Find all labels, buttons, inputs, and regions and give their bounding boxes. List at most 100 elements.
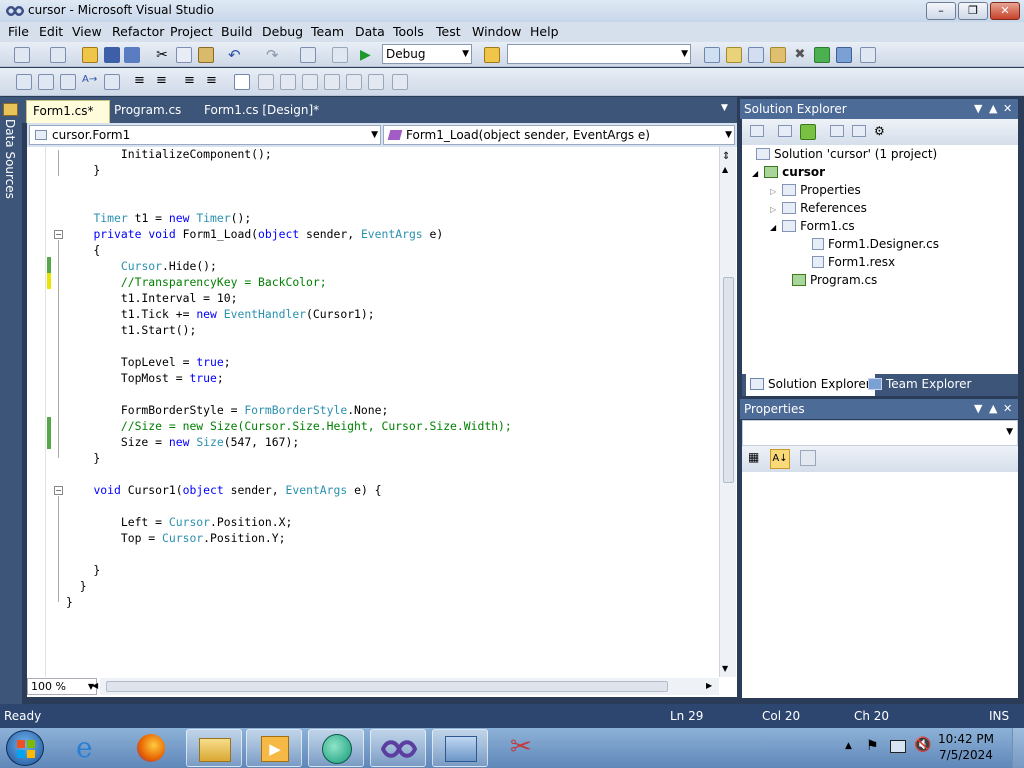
start-page-icon[interactable] <box>860 47 876 63</box>
cut-icon[interactable]: ✂ <box>154 47 170 63</box>
pin-icon[interactable]: ▲ <box>989 399 997 419</box>
code-line[interactable]: } <box>66 450 512 466</box>
show-hidden-icons-icon[interactable]: ▲ <box>845 741 852 751</box>
zoom-combo[interactable]: 100 % ▼ <box>27 678 97 695</box>
minimize-button[interactable]: – <box>926 2 956 20</box>
taskbar-internet-explorer[interactable]: e <box>62 729 118 767</box>
previous-bookmark-in-folder-icon[interactable] <box>302 74 318 90</box>
vertical-scrollbar[interactable]: ⇕ ▲ ▼ <box>719 147 736 677</box>
navigate-backward-icon[interactable] <box>300 47 316 63</box>
code-line[interactable]: void Cursor1(object sender, EventArgs e)… <box>66 482 512 498</box>
taskbar-snipping-tool[interactable]: ✂ <box>494 729 550 767</box>
properties-window-icon[interactable] <box>726 47 742 63</box>
copy-icon[interactable] <box>176 47 192 63</box>
code-line[interactable]: private void Form1_Load(object sender, E… <box>66 226 512 242</box>
code-line[interactable]: Left = Cursor.Position.X; <box>66 514 512 530</box>
navigate-forward-icon[interactable] <box>332 47 348 63</box>
menu-debug[interactable]: Debug <box>262 24 303 39</box>
next-bookmark-in-document-icon[interactable] <box>368 74 384 90</box>
code-line[interactable] <box>66 178 512 194</box>
extension-manager-icon[interactable] <box>814 47 830 63</box>
solution-configuration-select[interactable]: Debug ▼ <box>382 44 472 64</box>
tab-program-cs[interactable]: Program.cs <box>108 100 196 123</box>
code-line[interactable]: Top = Cursor.Position.Y; <box>66 530 512 546</box>
data-sources-icon[interactable] <box>3 103 18 116</box>
menu-test[interactable]: Test <box>436 24 461 39</box>
close-panel-icon[interactable]: ✕ <box>1003 399 1012 419</box>
action-center-flag-icon[interactable]: ⚑ <box>866 738 879 754</box>
scroll-down-icon[interactable]: ▼ <box>722 664 728 673</box>
close-button[interactable]: ✕ <box>990 2 1020 20</box>
save-icon[interactable] <box>104 47 120 63</box>
type-combo[interactable]: cursor.Form1 ▼ <box>29 125 381 145</box>
tree-project-cursor[interactable]: ◢ cursor <box>752 165 825 179</box>
properties-icon[interactable] <box>750 124 766 140</box>
comment-lines-icon[interactable]: ≡ <box>184 74 200 90</box>
start-debugging-icon[interactable]: ▶ <box>360 47 376 63</box>
view-designer-icon[interactable] <box>852 124 868 140</box>
redo-icon[interactable]: ↷ <box>266 47 282 63</box>
refresh-icon[interactable] <box>800 124 816 140</box>
next-bookmark-in-folder-icon[interactable] <box>324 74 340 90</box>
open-folder-icon[interactable] <box>82 47 98 63</box>
tree-form1-designer[interactable]: Form1.Designer.cs <box>812 237 939 251</box>
next-bookmark-icon[interactable] <box>280 74 296 90</box>
menu-window[interactable]: Window <box>472 24 521 39</box>
code-line[interactable]: //Size = new Size(Cursor.Size.Height, Cu… <box>66 418 512 434</box>
class-diagram-icon[interactable]: ⚙ <box>874 124 890 140</box>
bookmark-icon[interactable] <box>234 74 250 90</box>
object-select[interactable]: ▼ <box>742 420 1018 446</box>
code-line[interactable]: { <box>66 242 512 258</box>
find-combo[interactable]: ▼ <box>507 44 691 64</box>
menu-help[interactable]: Help <box>530 24 559 39</box>
taskbar-firefox[interactable] <box>124 729 180 767</box>
code-line[interactable] <box>66 466 512 482</box>
menu-view[interactable]: View <box>72 24 102 39</box>
vertical-scroll-thumb[interactable] <box>723 277 734 483</box>
tree-properties[interactable]: ▷ Properties <box>770 183 861 197</box>
menu-team[interactable]: Team <box>311 24 344 39</box>
tab-form1-design[interactable]: Form1.cs [Design]* <box>198 100 334 123</box>
server-explorer-icon[interactable] <box>836 47 852 63</box>
scroll-right-icon[interactable]: ▶ <box>706 681 712 690</box>
display-object-members-icon[interactable] <box>16 74 32 90</box>
tree-form1-cs[interactable]: ◢ Form1.cs <box>770 219 855 233</box>
paste-icon[interactable] <box>198 47 214 63</box>
code-line[interactable]: TopLevel = true; <box>66 354 512 370</box>
show-all-files-icon[interactable] <box>778 124 794 140</box>
taskbar-visual-studio[interactable] <box>370 729 426 767</box>
tree-program-cs[interactable]: Program.cs <box>792 273 877 287</box>
window-position-icon[interactable]: ▼ <box>974 99 982 119</box>
code-text[interactable]: InitializeComponent(); } Timer t1 = new … <box>66 146 512 610</box>
code-line[interactable] <box>66 338 512 354</box>
view-code-icon[interactable] <box>830 124 846 140</box>
horizontal-scroll-thumb[interactable] <box>106 681 668 692</box>
pin-icon[interactable]: ▲ <box>989 99 997 119</box>
code-line[interactable]: Cursor.Hide(); <box>66 258 512 274</box>
tab-solution-explorer[interactable]: Solution Explorer <box>746 374 875 396</box>
new-project-icon[interactable] <box>14 47 30 63</box>
code-line[interactable]: Size = new Size(547, 167); <box>66 434 512 450</box>
decrease-indent-icon[interactable] <box>104 74 120 90</box>
code-line[interactable]: TopMost = true; <box>66 370 512 386</box>
alphabetical-icon[interactable]: A↓ <box>770 449 790 469</box>
horizontal-scrollbar[interactable]: ◀ ▶ <box>92 678 719 695</box>
code-line[interactable]: } <box>66 562 512 578</box>
data-sources-tab[interactable]: Data Sources <box>3 119 17 199</box>
code-line[interactable]: //TransparencyKey = BackColor; <box>66 274 512 290</box>
outdent-icon[interactable]: ≡ <box>134 74 150 90</box>
close-panel-icon[interactable]: ✕ <box>1003 99 1012 119</box>
display-parameter-info-icon[interactable] <box>38 74 54 90</box>
code-line[interactable]: t1.Start(); <box>66 322 512 338</box>
menu-edit[interactable]: Edit <box>39 24 63 39</box>
maximize-button[interactable]: ❐ <box>958 2 988 20</box>
display-word-completion-icon[interactable]: A→ <box>82 74 98 90</box>
member-combo[interactable]: Form1_Load(object sender, EventArgs e) ▼ <box>383 125 735 145</box>
code-line[interactable]: InitializeComponent(); <box>66 146 512 162</box>
taskbar-form-app[interactable] <box>432 729 488 767</box>
tab-team-explorer[interactable]: Team Explorer <box>864 374 976 396</box>
code-line[interactable]: FormBorderStyle = FormBorderStyle.None; <box>66 402 512 418</box>
menu-tools[interactable]: Tools <box>393 24 424 39</box>
uncomment-lines-icon[interactable]: ≡ <box>206 74 222 90</box>
collapse-icon[interactable]: − <box>54 486 63 495</box>
